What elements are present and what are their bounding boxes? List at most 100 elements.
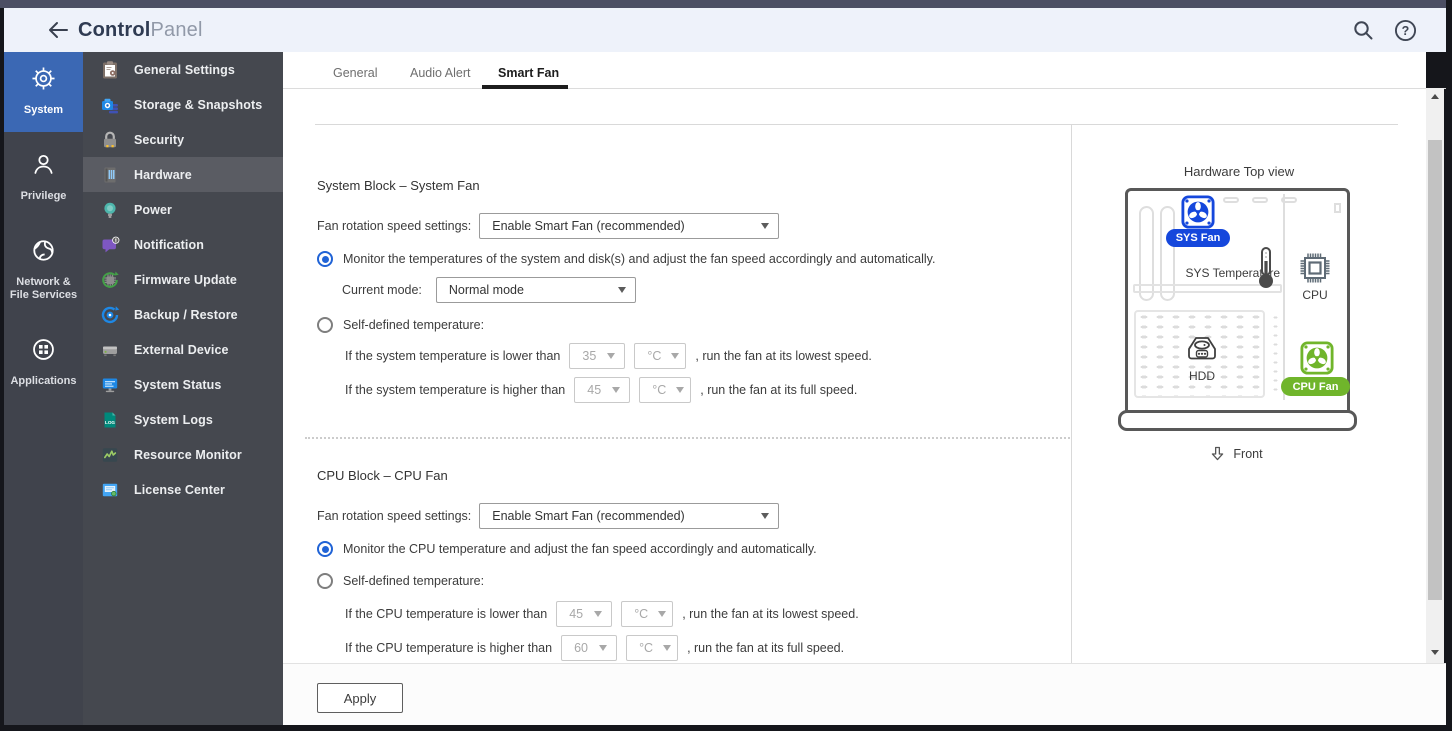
help-icon[interactable]: ? bbox=[1392, 17, 1418, 43]
hdd-label: HDD bbox=[1189, 369, 1215, 383]
menu-item-storage-snapshots[interactable]: Storage & Snapshots bbox=[83, 87, 283, 122]
fan-speed-label: Fan rotation speed settings: bbox=[317, 219, 472, 233]
cpu-chip-icon bbox=[1299, 252, 1331, 289]
menu-item-power[interactable]: Power bbox=[83, 192, 283, 227]
menu-item-notification[interactable]: Notification bbox=[83, 227, 283, 262]
monitor-radio-cpu[interactable] bbox=[317, 541, 333, 557]
fan-speed-select-system[interactable]: Enable Smart Fan (recommended) bbox=[479, 213, 780, 239]
fan-speed-select-cpu[interactable]: Enable Smart Fan (recommended) bbox=[479, 503, 780, 529]
temp-row-suffix: , run the fan at its full speed. bbox=[700, 383, 858, 397]
system-temp-value-select[interactable]: 35 bbox=[569, 343, 626, 369]
cpu-fan-icon bbox=[1300, 341, 1334, 375]
section-divider-dotted bbox=[305, 437, 1070, 439]
cpu-temp-unit-select[interactable]: °C bbox=[621, 601, 674, 627]
chevron-down-icon bbox=[612, 387, 621, 393]
chassis-front-base bbox=[1118, 410, 1357, 431]
menu-item-system-status[interactable]: System Status bbox=[83, 367, 283, 402]
firmware-update-icon bbox=[99, 269, 120, 290]
vent-column bbox=[1270, 313, 1281, 396]
menu-item-label: Hardware bbox=[134, 167, 192, 182]
cpu-temp-value-select[interactable]: 45 bbox=[556, 601, 613, 627]
system-temp-value-select[interactable]: 45 bbox=[574, 377, 631, 403]
window-edge-bottom bbox=[0, 725, 1452, 731]
system-logs-icon: LOG bbox=[99, 409, 120, 430]
chassis-detail bbox=[1334, 203, 1341, 213]
fan-speed-row-cpu: Fan rotation speed settings: Enable Smar… bbox=[317, 503, 780, 529]
menu-item-label: System Status bbox=[134, 377, 222, 392]
storage-snapshots-icon bbox=[99, 94, 120, 115]
cpu-temp-row-higher: If the CPU temperature is higher than 60 °… bbox=[345, 635, 859, 661]
cpu-temp-row-lower: If the CPU temperature is lower than 45 °C… bbox=[345, 601, 859, 627]
sidebar-item-privilege[interactable]: Privilege bbox=[4, 138, 83, 218]
menu-item-external-device[interactable]: External Device bbox=[83, 332, 283, 367]
menu-item-backup-restore[interactable]: Backup / Restore bbox=[83, 297, 283, 332]
self-defined-radio-system[interactable] bbox=[317, 317, 333, 333]
menu-item-firmware-update[interactable]: Firmware Update bbox=[83, 262, 283, 297]
menu-item-system-logs[interactable]: LOG System Logs bbox=[83, 402, 283, 437]
search-icon[interactable] bbox=[1350, 17, 1376, 43]
system-temp-unit-select[interactable]: °C bbox=[639, 377, 692, 403]
current-mode-select[interactable]: Normal mode bbox=[435, 277, 636, 303]
cpu-temp-value-select[interactable]: 60 bbox=[561, 635, 618, 661]
section-title-system-fan: System Block – System Fan bbox=[317, 178, 480, 193]
menu-item-label: General Settings bbox=[134, 62, 235, 77]
scrollbar-down-arrow[interactable] bbox=[1431, 650, 1439, 655]
sidebar-item-network-file-services[interactable]: Network & File Services bbox=[4, 224, 83, 318]
sidebar-item-applications[interactable]: Applications bbox=[4, 323, 83, 403]
temp-value: 60 bbox=[574, 641, 588, 655]
chevron-down-icon bbox=[599, 645, 608, 651]
tab-smart-fan[interactable]: Smart Fan bbox=[498, 66, 559, 80]
tab-audio-alert[interactable]: Audio Alert bbox=[410, 66, 470, 80]
self-defined-label: Self-defined temperature: bbox=[343, 574, 485, 588]
chevron-down-icon bbox=[761, 223, 770, 229]
backup-restore-icon bbox=[99, 304, 120, 325]
secondary-sidebar: General Settings Storage & Snapshots Secur… bbox=[83, 52, 283, 725]
svg-text:?: ? bbox=[1401, 24, 1409, 38]
scrollbar-thumb[interactable] bbox=[1428, 140, 1442, 600]
hardware-icon bbox=[99, 164, 120, 185]
sys-fan-badge: SYS Fan bbox=[1166, 229, 1230, 247]
temp-value: 35 bbox=[582, 349, 597, 363]
self-defined-label: Self-defined temperature: bbox=[343, 318, 485, 332]
cpu-fan-badge: CPU Fan bbox=[1281, 377, 1350, 396]
person-icon bbox=[30, 151, 57, 183]
chevron-down-icon bbox=[658, 611, 667, 617]
back-button[interactable] bbox=[42, 15, 72, 45]
self-defined-radio-cpu[interactable] bbox=[317, 573, 333, 589]
temp-row-suffix: , run the fan at its full speed. bbox=[687, 641, 845, 655]
menu-item-hardware[interactable]: Hardware bbox=[83, 157, 283, 192]
page-title: ControlPanel bbox=[78, 19, 203, 42]
menu-item-license-center[interactable]: License Center bbox=[83, 472, 283, 507]
sidebar-item-label: Privilege bbox=[20, 189, 67, 202]
temp-row-prefix: If the CPU temperature is higher than bbox=[345, 641, 553, 655]
menu-item-label: License Center bbox=[134, 482, 226, 497]
section-title-cpu-fan: CPU Block – CPU Fan bbox=[317, 468, 448, 483]
menu-item-resource-monitor[interactable]: Resource Monitor bbox=[83, 437, 283, 472]
security-icon bbox=[99, 129, 120, 150]
tab-general[interactable]: General bbox=[333, 66, 377, 80]
chevron-down-icon bbox=[607, 353, 616, 359]
menu-item-label: Resource Monitor bbox=[134, 447, 242, 462]
temp-row-prefix: If the system temperature is higher than bbox=[345, 383, 566, 397]
license-center-icon bbox=[99, 479, 120, 500]
apply-button[interactable]: Apply bbox=[317, 683, 403, 713]
menu-item-label: Security bbox=[134, 132, 185, 147]
vertical-scrollbar[interactable] bbox=[1426, 88, 1444, 663]
monitor-radio-system[interactable] bbox=[317, 251, 333, 267]
menu-item-security[interactable]: Security bbox=[83, 122, 283, 157]
temp-unit: °C bbox=[639, 641, 654, 655]
chevron-down-icon bbox=[594, 611, 603, 617]
menu-item-general-settings[interactable]: General Settings bbox=[83, 52, 283, 87]
scrollbar-up-arrow[interactable] bbox=[1431, 94, 1439, 99]
temp-unit: °C bbox=[652, 383, 667, 397]
footer-bar: Apply bbox=[283, 663, 1446, 725]
system-temp-unit-select[interactable]: °C bbox=[634, 343, 687, 369]
temp-value: 45 bbox=[569, 607, 584, 621]
menu-item-label: Storage & Snapshots bbox=[134, 97, 263, 112]
cpu-temp-unit-select[interactable]: °C bbox=[626, 635, 679, 661]
hardware-top-view-diagram: SYS Fan SYS Temperature CPU HDD CPU Fan bbox=[1118, 188, 1357, 431]
power-icon bbox=[99, 199, 120, 220]
arrow-left-icon bbox=[49, 22, 68, 38]
sidebar-item-system[interactable]: System bbox=[4, 52, 83, 132]
temp-unit: °C bbox=[634, 607, 649, 621]
